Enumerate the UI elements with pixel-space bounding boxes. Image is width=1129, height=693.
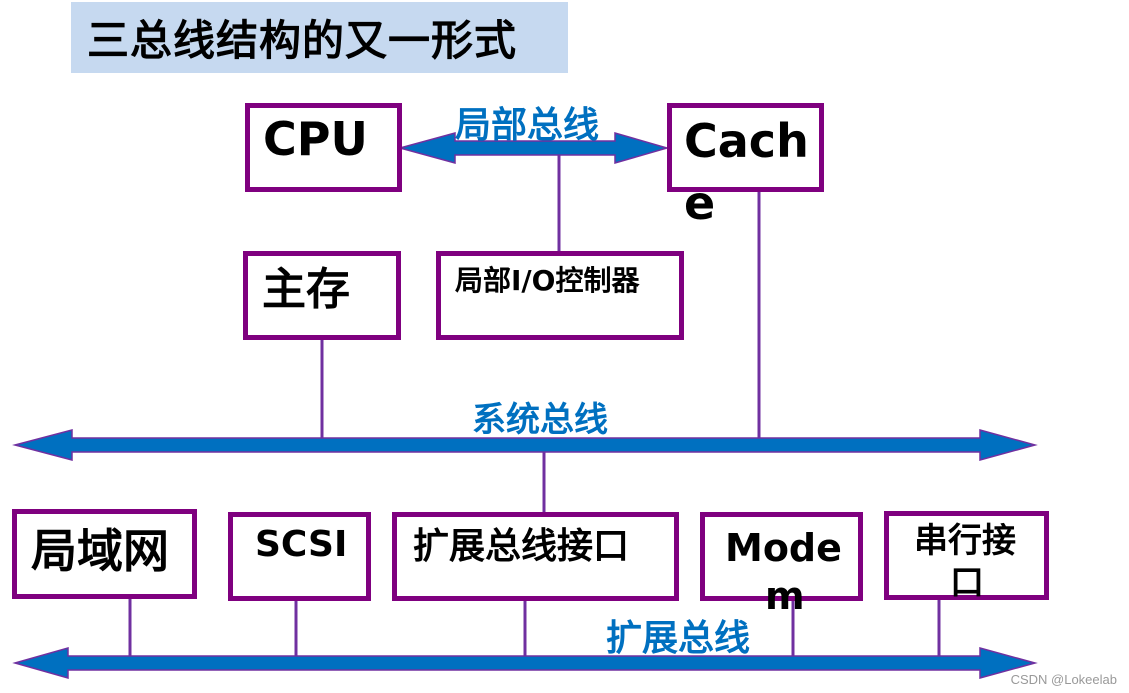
- scsi-label: SCSI: [255, 524, 348, 565]
- local-bus-label: 局部总线: [455, 105, 600, 146]
- cache-label-line2: e: [684, 176, 716, 230]
- expansion-bus-interface-label: 扩展总线接口: [413, 526, 630, 567]
- modem-label-line2: m: [765, 574, 805, 618]
- local-io-controller-box: 局部I/O控制器: [436, 251, 684, 340]
- cpu-box: CPU: [245, 103, 402, 192]
- lan-label: 局域网: [31, 524, 169, 578]
- serial-port-box: 串行接 口: [884, 511, 1049, 603]
- cpu-label: CPU: [263, 112, 368, 166]
- cache-label-line1: Cach: [684, 114, 809, 168]
- main-memory-label: 主存: [262, 264, 350, 315]
- scsi-box: SCSI: [228, 512, 371, 601]
- expansion-bus-interface-box: 扩展总线接口: [392, 512, 679, 601]
- main-memory-box: 主存: [243, 251, 401, 340]
- modem-box: Mode m: [700, 512, 863, 617]
- cache-box: Cach e: [667, 103, 824, 229]
- modem-label-line1: Mode: [725, 526, 842, 570]
- lan-box: 局域网: [12, 509, 197, 599]
- serial-port-label-line2: 口: [950, 563, 984, 603]
- local-io-controller-label: 局部I/O控制器: [455, 264, 640, 297]
- expansion-bus-label: 扩展总线: [606, 618, 751, 659]
- system-bus-label: 系统总线: [472, 400, 608, 440]
- serial-port-label-line1: 串行接: [914, 521, 1016, 561]
- watermark: CSDN @Lokeelab: [1010, 672, 1117, 687]
